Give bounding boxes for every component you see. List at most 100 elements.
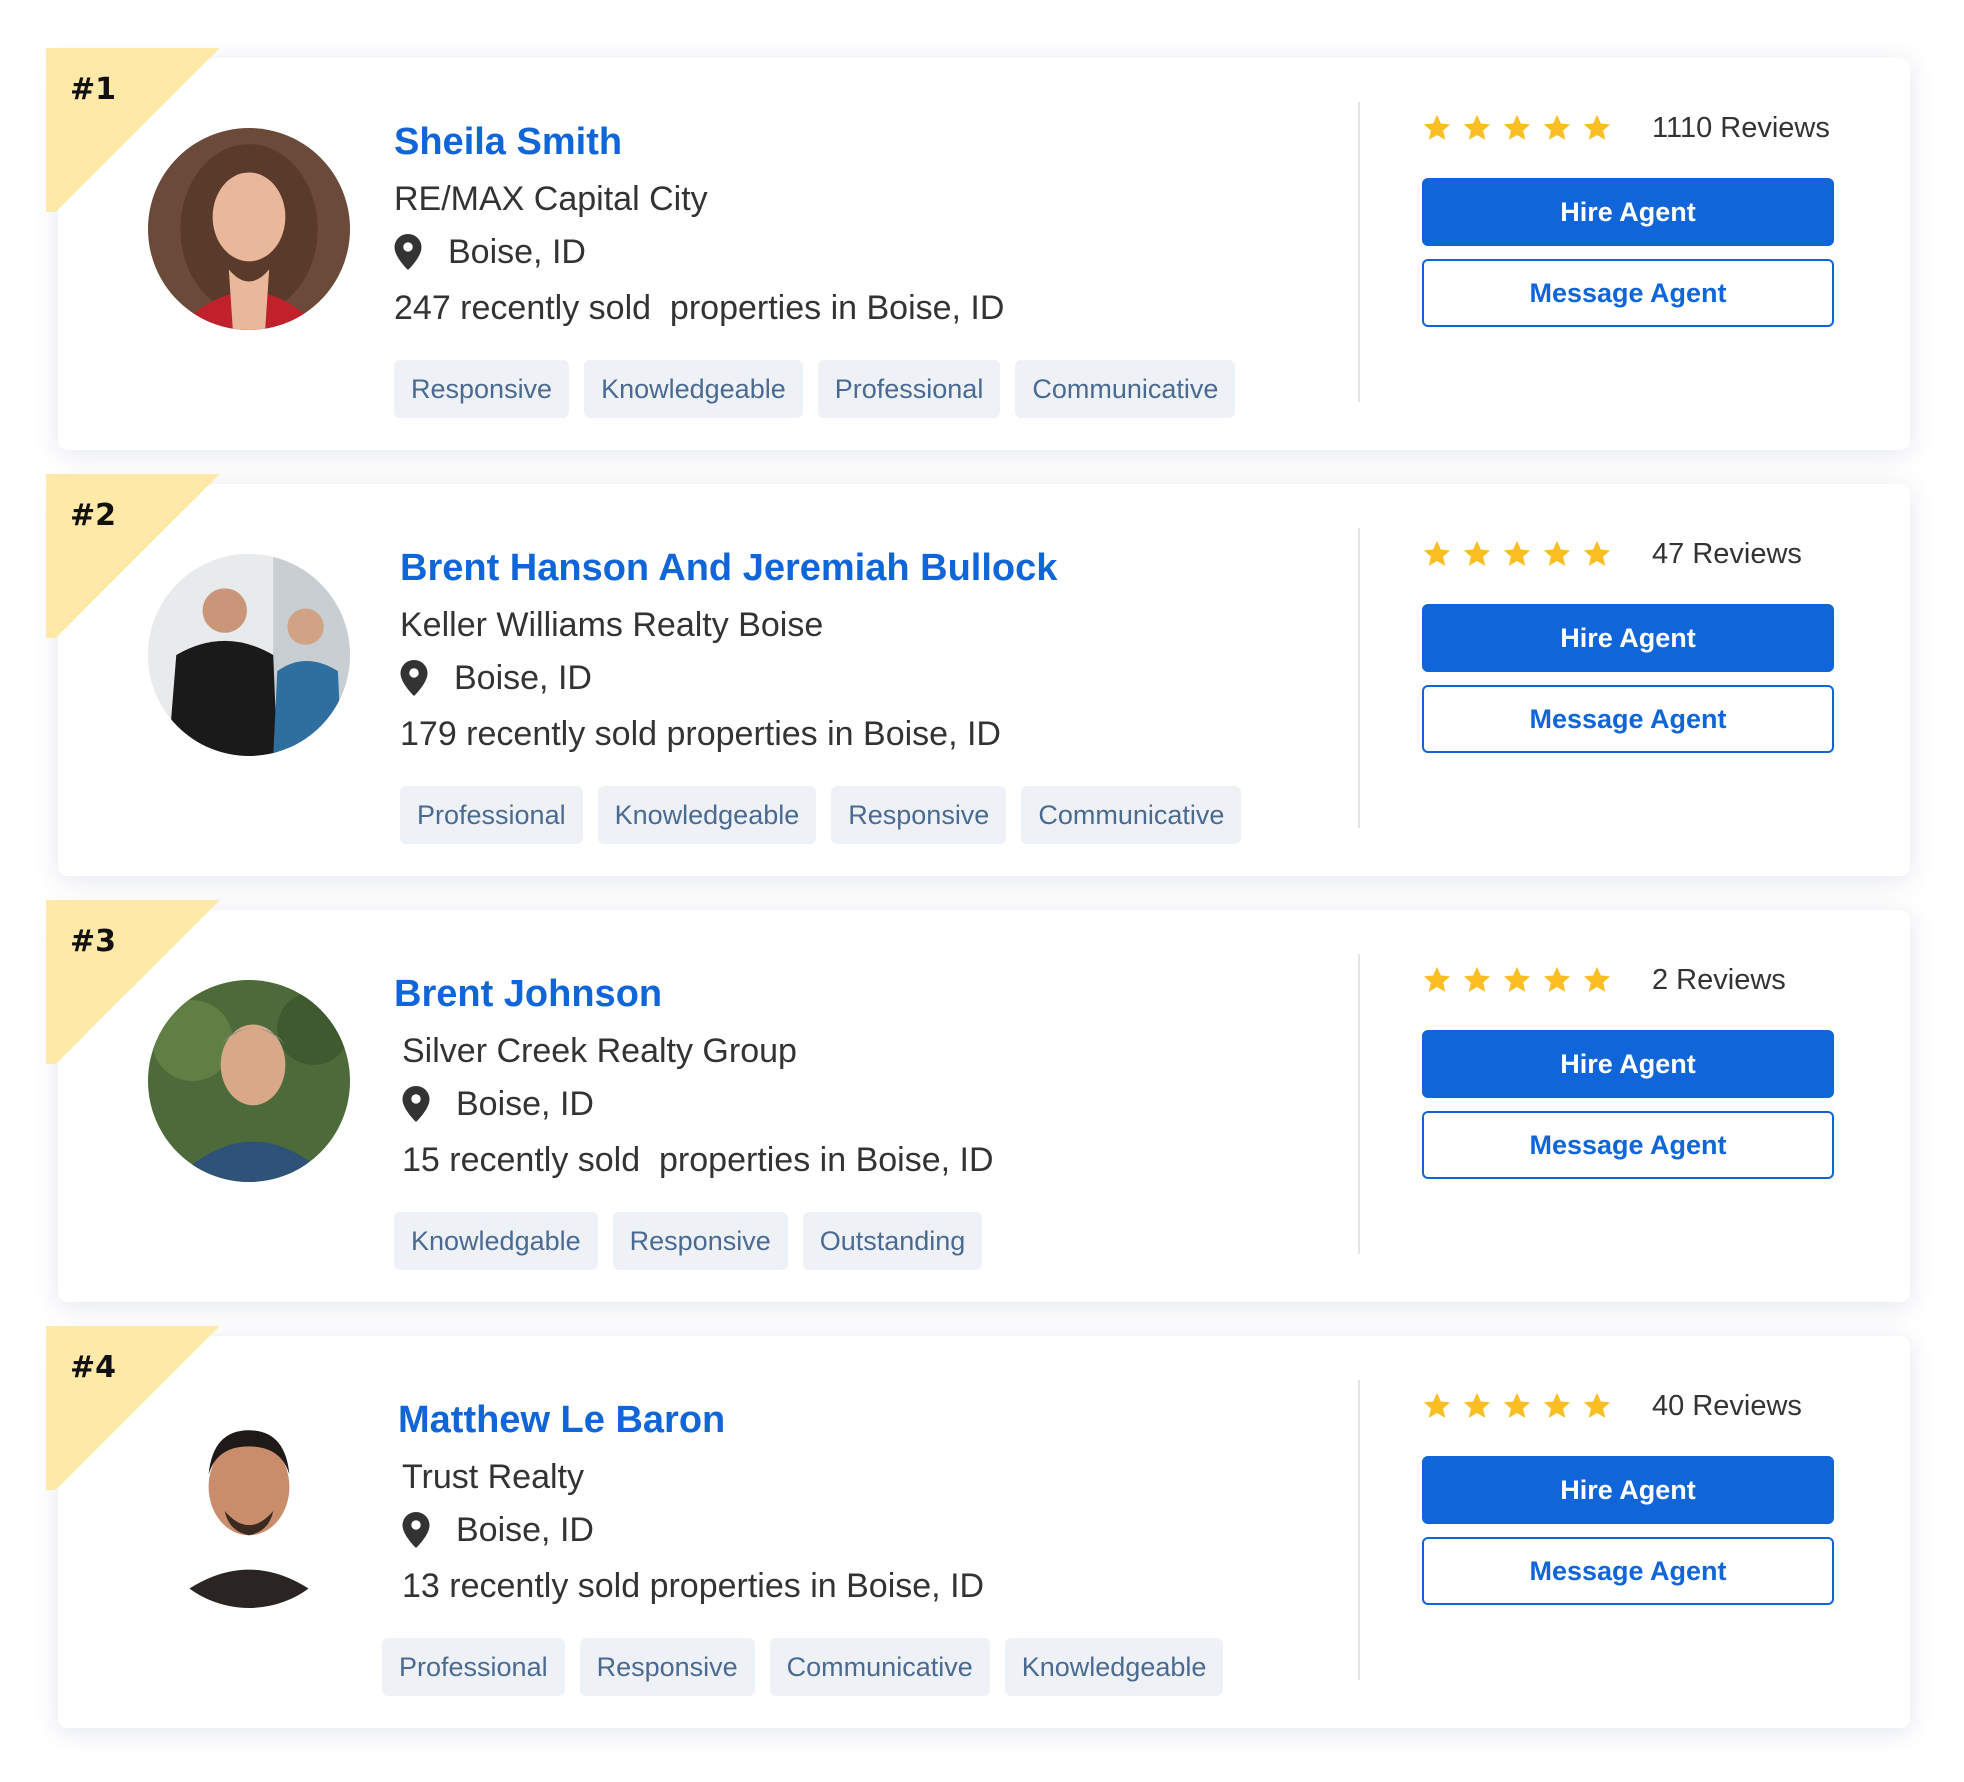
star-icon bbox=[1423, 114, 1451, 140]
agent-brokerage: RE/MAX Capital City bbox=[394, 180, 708, 218]
agent-name[interactable]: Matthew Le Baron bbox=[398, 1394, 1398, 1446]
agent-photo-image bbox=[148, 554, 350, 756]
message-agent-button[interactable]: Message Agent bbox=[1422, 1537, 1834, 1605]
map-pin-icon bbox=[402, 1086, 430, 1122]
agent-card: #1 Sheila Smith RE/MAX Capital City Bois… bbox=[46, 48, 1910, 450]
star-icon bbox=[1463, 540, 1491, 566]
star-rating bbox=[1422, 539, 1622, 569]
map-pin-icon bbox=[400, 660, 428, 696]
agent-photo[interactable] bbox=[148, 554, 350, 756]
hire-agent-button[interactable]: Hire Agent bbox=[1422, 1456, 1834, 1524]
divider bbox=[1358, 1380, 1360, 1680]
agent-actions: 40 Reviews Hire Agent Message Agent bbox=[1422, 1382, 1836, 1605]
agent-card: #4 Matthew Le Baron Trust Realty Boise, … bbox=[46, 1326, 1910, 1728]
tag: Knowledgable bbox=[394, 1212, 598, 1270]
agent-photo-image bbox=[148, 980, 350, 1182]
sold-properties-text: 15 recently sold properties in Boise, ID bbox=[402, 1141, 994, 1179]
review-count[interactable]: 47 Reviews bbox=[1652, 538, 1802, 571]
sold-properties-text: 13 recently sold properties in Boise, ID bbox=[402, 1567, 985, 1605]
message-agent-button[interactable]: Message Agent bbox=[1422, 1111, 1834, 1179]
agent-photo[interactable] bbox=[148, 980, 350, 1182]
rating: 1110 Reviews bbox=[1422, 104, 1836, 152]
star-icon bbox=[1423, 1392, 1451, 1418]
star-rating bbox=[1422, 113, 1622, 143]
tag: Responsive bbox=[831, 786, 1007, 844]
hire-agent-button[interactable]: Hire Agent bbox=[1422, 178, 1834, 246]
agent-brokerage: Silver Creek Realty Group bbox=[402, 1032, 797, 1070]
tag-list: Knowledgable Responsive Outstanding bbox=[394, 1212, 1394, 1270]
agent-photo[interactable] bbox=[148, 1406, 350, 1608]
star-icon bbox=[1503, 966, 1531, 992]
agent-card: #3 Brent Johnson Silver Creek Realty Gro… bbox=[46, 900, 1910, 1302]
tag: Responsive bbox=[612, 1212, 788, 1270]
agent-card: #2 Brent Hanson And Jeremiah Bullock Kel… bbox=[46, 474, 1910, 876]
tag: Knowledgeable bbox=[584, 360, 803, 418]
location-text: Boise, ID bbox=[456, 1510, 594, 1549]
agent-name[interactable]: Sheila Smith bbox=[394, 116, 1394, 168]
hire-agent-button[interactable]: Hire Agent bbox=[1422, 1030, 1834, 1098]
star-icon bbox=[1543, 540, 1571, 566]
tag: Communicative bbox=[1015, 360, 1236, 418]
agent-info: Sheila Smith RE/MAX Capital City Boise, … bbox=[394, 116, 1394, 418]
review-count[interactable]: 40 Reviews bbox=[1652, 1390, 1802, 1423]
tag: Communicative bbox=[1021, 786, 1242, 844]
sold-properties-text: 179 recently sold properties in Boise, I… bbox=[400, 715, 1001, 753]
sold-properties-text: 247 recently sold properties in Boise, I… bbox=[394, 289, 1005, 327]
rating: 2 Reviews bbox=[1422, 956, 1836, 1004]
agent-info: Matthew Le Baron Trust Realty Boise, ID … bbox=[382, 1394, 1398, 1696]
tag: Professional bbox=[400, 786, 583, 844]
agent-actions: 47 Reviews Hire Agent Message Agent bbox=[1422, 530, 1836, 753]
review-count[interactable]: 1110 Reviews bbox=[1652, 112, 1830, 145]
map-pin-icon bbox=[394, 234, 422, 270]
star-icon bbox=[1503, 540, 1531, 566]
rank-number: #2 bbox=[70, 498, 117, 533]
tag: Professional bbox=[817, 360, 1001, 418]
star-icon bbox=[1423, 966, 1451, 992]
agent-location: Boise, ID bbox=[394, 1078, 1394, 1130]
agent-info: Brent Hanson And Jeremiah Bullock Keller… bbox=[400, 542, 1400, 844]
agent-brokerage: Trust Realty bbox=[402, 1458, 585, 1496]
hire-agent-button[interactable]: Hire Agent bbox=[1422, 604, 1834, 672]
message-agent-button[interactable]: Message Agent bbox=[1422, 259, 1834, 327]
tag: Knowledgeable bbox=[597, 786, 817, 844]
star-icon bbox=[1583, 966, 1611, 992]
divider bbox=[1358, 954, 1360, 1254]
star-icon bbox=[1463, 966, 1491, 992]
tag: Responsive bbox=[394, 360, 570, 418]
tag-list: Responsive Knowledgeable Professional Co… bbox=[394, 360, 1394, 418]
agent-brokerage: Keller Williams Realty Boise bbox=[400, 606, 824, 644]
star-icon bbox=[1503, 114, 1531, 140]
review-count[interactable]: 2 Reviews bbox=[1652, 964, 1786, 997]
tag: Outstanding bbox=[802, 1212, 983, 1270]
map-pin-icon bbox=[402, 1512, 430, 1548]
agent-photo[interactable] bbox=[148, 128, 350, 330]
rating: 40 Reviews bbox=[1422, 1382, 1836, 1430]
location-text: Boise, ID bbox=[456, 1084, 594, 1123]
star-icon bbox=[1463, 1392, 1491, 1418]
message-agent-button[interactable]: Message Agent bbox=[1422, 685, 1834, 753]
star-icon bbox=[1463, 114, 1491, 140]
star-icon bbox=[1583, 1392, 1611, 1418]
agent-name[interactable]: Brent Johnson bbox=[394, 968, 1394, 1020]
agent-location: Boise, ID bbox=[394, 226, 1394, 278]
tag-list: Professional Knowledgeable Responsive Co… bbox=[400, 786, 1400, 844]
divider bbox=[1358, 102, 1360, 402]
star-icon bbox=[1503, 1392, 1531, 1418]
star-icon bbox=[1543, 1392, 1571, 1418]
location-text: Boise, ID bbox=[454, 658, 592, 697]
tag: Knowledgeable bbox=[1004, 1638, 1224, 1696]
rating: 47 Reviews bbox=[1422, 530, 1836, 578]
agent-list: #1 Sheila Smith RE/MAX Capital City Bois… bbox=[0, 0, 1964, 1782]
star-icon bbox=[1583, 114, 1611, 140]
agent-info: Brent Johnson Silver Creek Realty Group … bbox=[394, 968, 1394, 1270]
tag-list: Professional Responsive Communicative Kn… bbox=[382, 1638, 1398, 1696]
agent-name[interactable]: Brent Hanson And Jeremiah Bullock bbox=[400, 542, 1400, 594]
star-rating bbox=[1422, 1391, 1622, 1421]
agent-photo-image bbox=[148, 1406, 350, 1608]
rank-number: #4 bbox=[70, 1350, 117, 1385]
agent-actions: 1110 Reviews Hire Agent Message Agent bbox=[1422, 104, 1836, 327]
agent-location: Boise, ID bbox=[398, 1504, 1398, 1556]
star-icon bbox=[1543, 114, 1571, 140]
agent-photo-image bbox=[148, 128, 350, 330]
tag: Communicative bbox=[769, 1638, 990, 1696]
